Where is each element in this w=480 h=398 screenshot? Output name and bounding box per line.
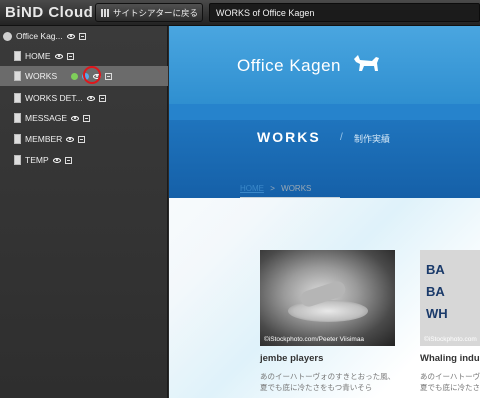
page-icon [14, 51, 21, 61]
tree-root-label: Office Kag... [16, 31, 63, 41]
edit-box-icon[interactable] [83, 114, 91, 122]
edit-box-icon[interactable] [105, 72, 113, 80]
visibility-eye-icon[interactable] [71, 115, 80, 121]
dog-logo-icon [354, 55, 379, 71]
photo-sign-text: BA [426, 262, 445, 277]
page-icon [14, 113, 21, 123]
grid-icon [101, 8, 109, 17]
sidebar-item-home[interactable]: HOME [14, 46, 74, 66]
breadcrumb-separator: > [270, 184, 275, 193]
breadcrumb-home-link[interactable]: HOME [240, 184, 264, 193]
drum-shape [288, 300, 368, 322]
edit-box-icon[interactable] [64, 156, 72, 164]
edit-box-icon[interactable] [98, 94, 106, 102]
page-icon [14, 71, 21, 81]
sidebar-item-works-detail[interactable]: WORKS DET... [14, 88, 106, 108]
header-band [169, 104, 480, 120]
visibility-eye-icon[interactable] [66, 136, 75, 142]
sidebar-item-temp[interactable]: TEMP [14, 150, 72, 170]
breadcrumb-current: WORKS [281, 184, 312, 193]
app-title: BiND Cloud [5, 4, 94, 21]
sidebar-item-label: TEMP [25, 155, 49, 165]
edit-box-icon[interactable] [78, 32, 86, 40]
visibility-eye-icon[interactable] [86, 95, 95, 101]
card-text-line: あのイーハトーヴォのすきとおった風、 [260, 372, 396, 381]
sidebar-item-label: MEMBER [25, 134, 63, 144]
top-bar: BiND Cloud サイトシアターに戻る WORKS of Office Ka… [0, 0, 480, 26]
edit-box-icon[interactable] [78, 135, 86, 143]
visibility-eye-icon[interactable] [54, 53, 63, 59]
back-to-site-theater-button[interactable]: サイトシアターに戻る [95, 3, 203, 22]
page-icon [14, 134, 21, 144]
page-icon [14, 93, 21, 103]
visibility-eye-icon[interactable] [66, 33, 75, 39]
breadcrumb: HOME > WORKS [240, 184, 311, 193]
card-photo-jembe[interactable]: ©iStockphoto.com/Peeter Viisimaa [260, 250, 395, 346]
status-green-icon[interactable] [71, 72, 79, 80]
site-logo-text[interactable]: Office Kagen [237, 56, 341, 76]
section-subtitle: 制作実績 [354, 134, 391, 144]
site-root-icon [3, 31, 12, 41]
page-tree-sidebar: Office Kag... HOME WORKS WORKS DET... ME… [0, 26, 168, 398]
page-icon [14, 155, 21, 165]
card-photo-whaling[interactable]: BA BA WH ©iStockphoto.com [420, 250, 480, 346]
section-title-bar [169, 120, 480, 198]
sidebar-item-label: WORKS [25, 71, 58, 81]
sidebar-item-message[interactable]: MESSAGE [14, 108, 91, 128]
card-text-line: 夏でも底に冷たさをもつ青いそら [260, 383, 373, 392]
highlight-circle [83, 66, 101, 84]
section-title-separator: / [340, 132, 343, 143]
card-text-line: 夏でも底に冷たさ [420, 383, 480, 392]
section-title: WORKS [257, 129, 321, 145]
photo-sign-text: BA [426, 284, 445, 299]
site-preview[interactable]: Office Kagen WORKS / 制作実績 HOME > WORKS ©… [169, 26, 480, 398]
tree-root-site[interactable]: Office Kag... [3, 26, 168, 46]
photo-credit: ©iStockphoto.com/Peeter Viisimaa [264, 336, 365, 343]
sidebar-item-label: HOME [25, 51, 51, 61]
sidebar-item-member[interactable]: MEMBER [14, 129, 86, 149]
sidebar-item-label: WORKS DET... [25, 93, 83, 103]
back-button-label: サイトシアターに戻る [113, 7, 199, 18]
visibility-eye-icon[interactable] [52, 157, 61, 163]
sidebar-item-label: MESSAGE [25, 113, 68, 123]
photo-credit: ©iStockphoto.com [424, 336, 477, 343]
card-title[interactable]: jembe players [260, 353, 323, 364]
photo-sign-text: WH [426, 306, 448, 321]
page-title-field[interactable]: WORKS of Office Kagen [209, 3, 480, 22]
edit-box-icon[interactable] [66, 52, 74, 60]
card-text-line: あのイーハトーヴ [420, 372, 480, 381]
card-title[interactable]: Whaling indu [420, 353, 480, 364]
breadcrumb-divider [240, 197, 340, 198]
